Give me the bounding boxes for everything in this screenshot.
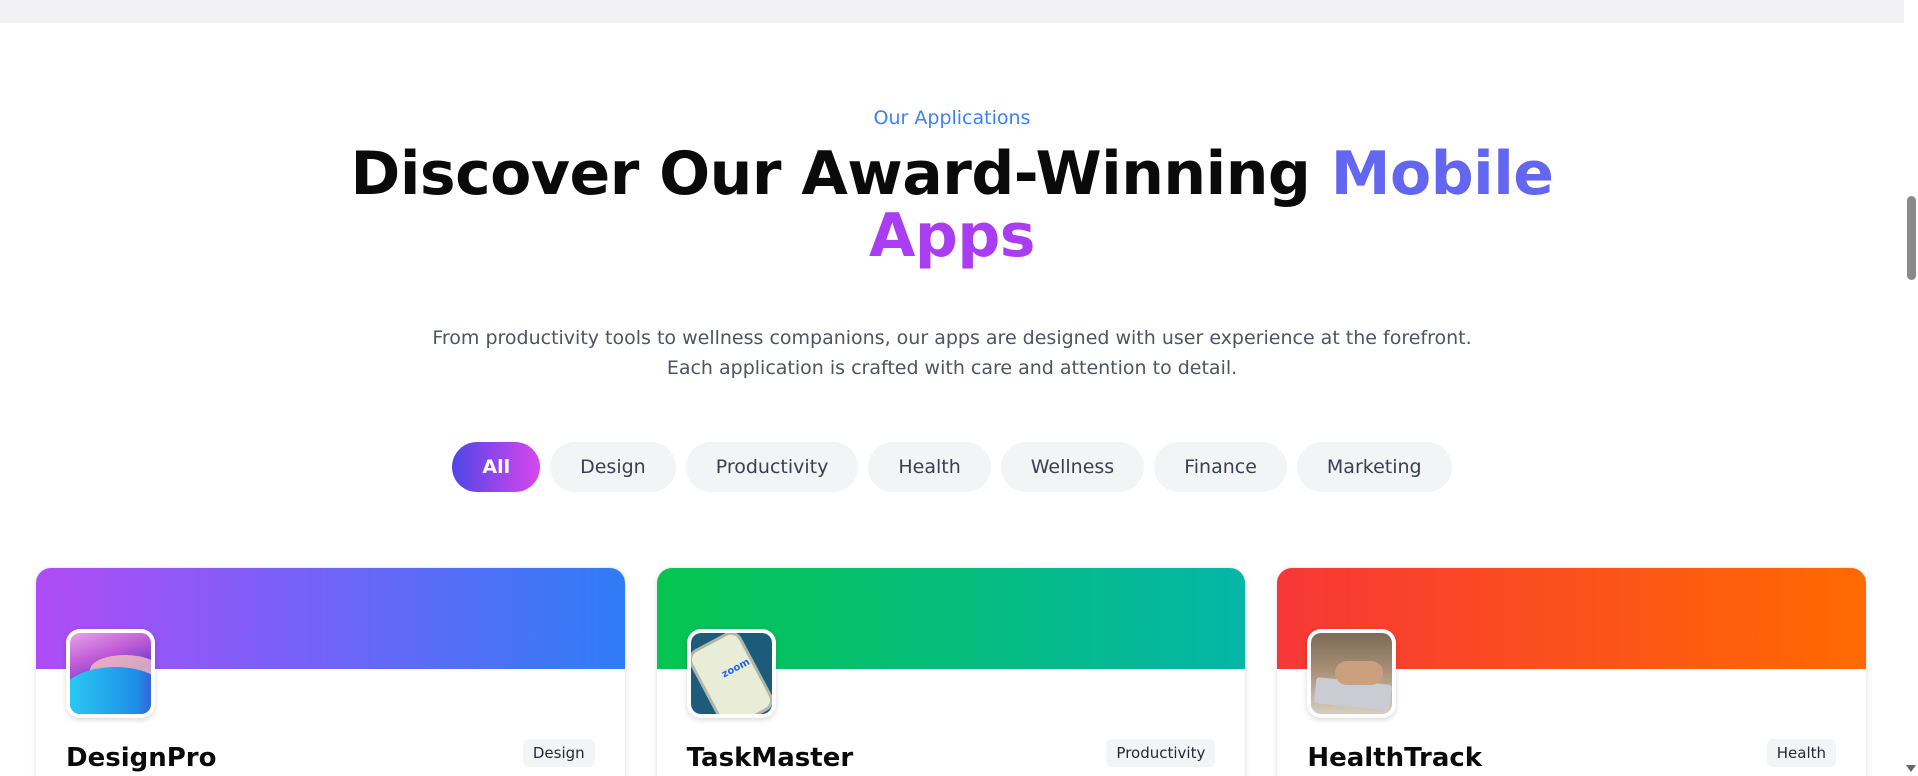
filter-chip-finance[interactable]: Finance <box>1154 442 1287 492</box>
subtitle-line-2: Each application is crafted with care an… <box>666 357 1238 379</box>
headline-main: Discover Our Award-Winning <box>350 139 1331 209</box>
filter-chip-design[interactable]: Design <box>550 442 676 492</box>
scrollbar-thumb[interactable] <box>1907 196 1916 280</box>
app-category-badge: Health <box>1766 739 1837 767</box>
filter-chip-marketing[interactable]: Marketing <box>1296 442 1452 492</box>
subtitle-line-1: From productivity tools to wellness comp… <box>432 327 1472 349</box>
app-category-badge: Productivity <box>1106 739 1216 767</box>
filter-chip-all[interactable]: All <box>452 442 541 492</box>
laptop-hands-icon <box>1311 633 1393 714</box>
filter-chip-productivity[interactable]: Productivity <box>685 442 859 492</box>
app-card-taskmaster[interactable]: zoom TaskMaster Productivity <box>655 567 1247 776</box>
section-subtitle: From productivity tools to wellness comp… <box>0 323 1904 383</box>
page-scrollbar[interactable] <box>1904 0 1918 776</box>
abstract-wave-icon <box>70 633 151 714</box>
headline-accent-apps: Apps <box>868 201 1036 271</box>
filter-chip-health[interactable]: Health <box>868 442 991 492</box>
app-name: DesignPro <box>66 743 217 773</box>
category-filter-bar: All Design Productivity Health Wellness … <box>0 442 1904 492</box>
app-card-grid: DesignPro Design zoom TaskMaster Product… <box>35 567 1868 776</box>
app-name: HealthTrack <box>1307 743 1483 773</box>
app-card-designpro[interactable]: DesignPro Design <box>35 567 626 776</box>
section-eyebrow: Our Applications <box>873 107 1031 129</box>
app-card-healthtrack[interactable]: HealthTrack Health <box>1276 567 1868 776</box>
app-name: TaskMaster <box>686 743 854 773</box>
scroll-down-arrow-icon[interactable] <box>1906 765 1916 772</box>
app-category-badge: Design <box>522 739 595 767</box>
top-strip <box>0 0 1904 23</box>
app-icon-frame <box>66 629 155 718</box>
filter-chip-wellness[interactable]: Wellness <box>1000 442 1145 492</box>
app-icon-frame: zoom <box>686 629 776 718</box>
app-icon-frame <box>1307 629 1397 718</box>
phone-zoom-icon: zoom <box>690 633 772 714</box>
section-headline: Discover Our Award-Winning Mobile Apps <box>0 143 1904 267</box>
headline-accent-mobile: Mobile <box>1330 139 1554 209</box>
